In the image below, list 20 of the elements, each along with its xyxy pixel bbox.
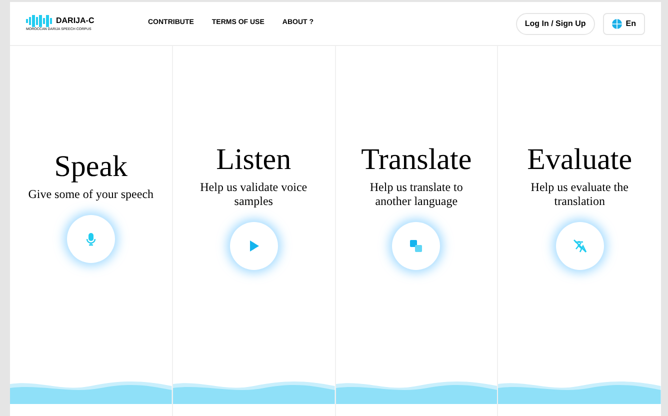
translate-icon bbox=[409, 239, 424, 253]
translate-button[interactable] bbox=[392, 222, 440, 270]
logo-name: DARIJA-C bbox=[56, 14, 94, 27]
card-title: Listen bbox=[216, 142, 292, 178]
card-title: Evaluate bbox=[527, 142, 632, 178]
card-description: Help us evaluate the translation bbox=[530, 180, 630, 208]
login-button[interactable]: Log In / Sign Up bbox=[516, 12, 595, 34]
mic-button[interactable] bbox=[66, 215, 115, 263]
card-description: Help us validate voice samples bbox=[199, 180, 308, 208]
evaluate-button[interactable] bbox=[556, 222, 604, 270]
card-description: Give some of your speech bbox=[27, 187, 155, 201]
card-description: Help us translate to another language bbox=[368, 180, 464, 208]
language-button[interactable]: En bbox=[602, 12, 645, 34]
card-title: Translate bbox=[361, 142, 472, 178]
microphone-icon bbox=[84, 232, 98, 246]
card-title: Speak bbox=[54, 149, 128, 185]
waveform-logo-icon bbox=[26, 14, 54, 27]
play-button[interactable] bbox=[230, 222, 278, 270]
crossed-translate-icon bbox=[572, 239, 587, 253]
globe-icon bbox=[612, 18, 622, 28]
